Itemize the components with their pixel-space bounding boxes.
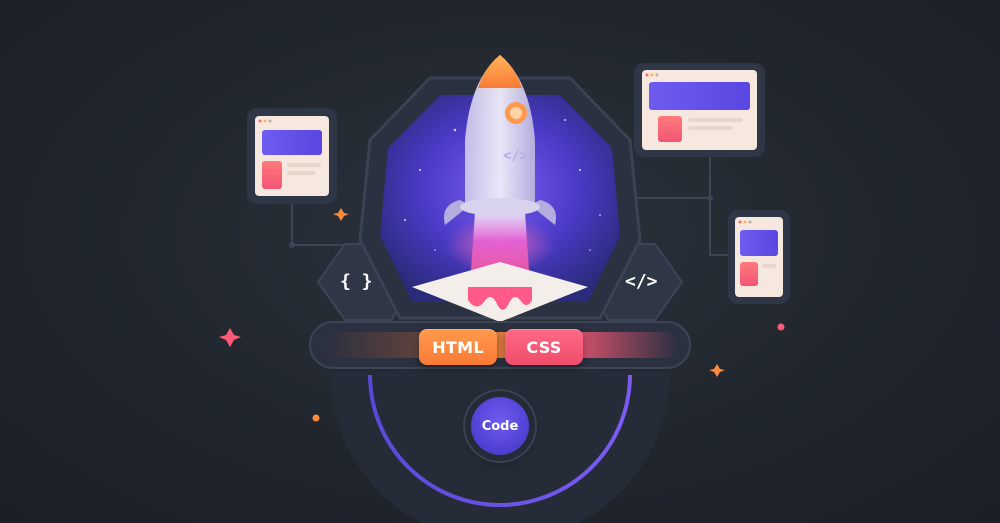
rocket-code-glyph: </> <box>503 148 529 164</box>
html-badge: HTML <box>419 329 497 365</box>
browser-window-icon <box>247 108 337 204</box>
braces-icon: { } <box>340 271 373 292</box>
illustration: { } </> </> HTML CSS Code <box>0 0 1000 523</box>
browser-window-icon <box>634 63 765 157</box>
css-badge: CSS <box>505 329 583 365</box>
code-slash-icon: </> <box>625 271 658 292</box>
code-button[interactable]: Code <box>471 397 529 455</box>
mobile-window-icon <box>728 210 790 304</box>
